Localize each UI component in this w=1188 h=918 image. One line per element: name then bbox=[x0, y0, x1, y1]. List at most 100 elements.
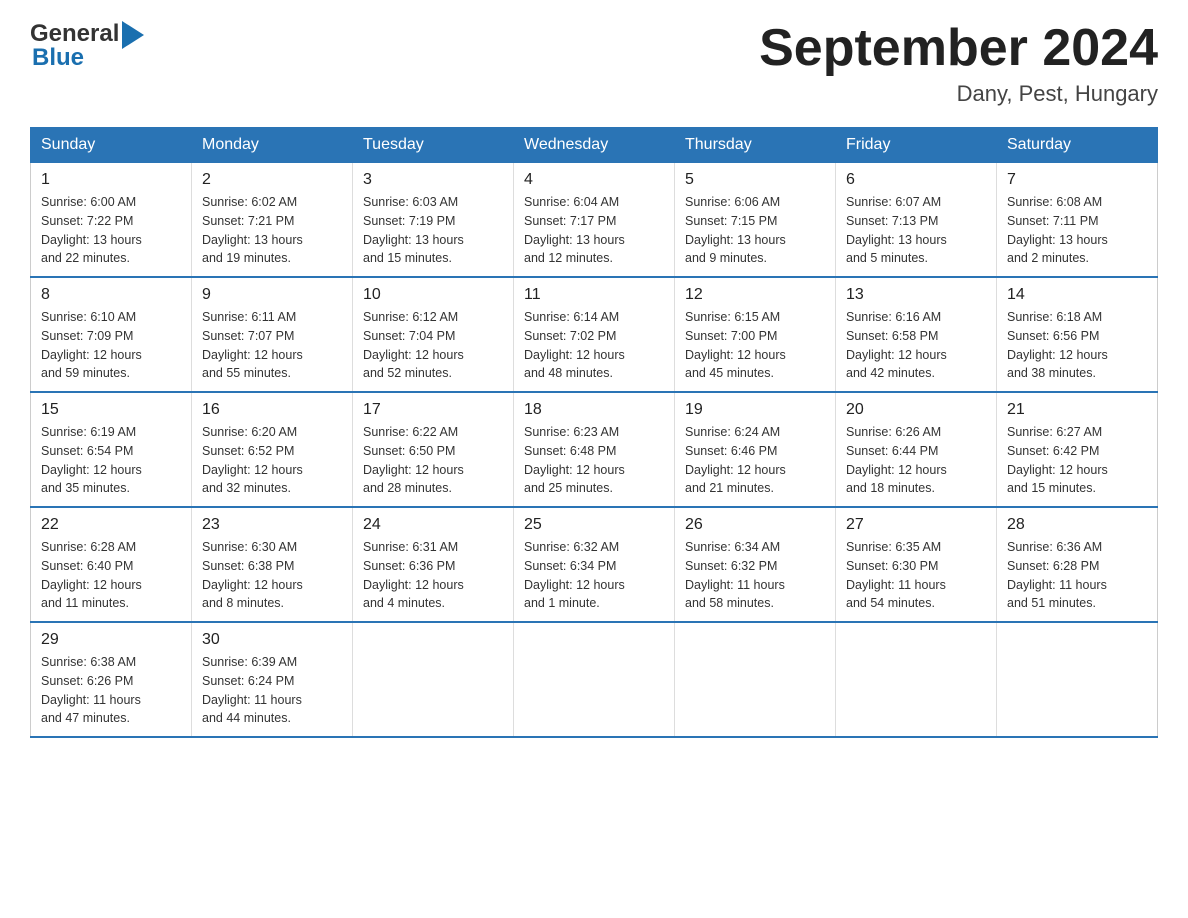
calendar-cell: 2 Sunrise: 6:02 AM Sunset: 7:21 PM Daylig… bbox=[192, 163, 353, 278]
calendar-week-row: 15Sunrise: 6:19 AM Sunset: 6:54 PM Dayli… bbox=[31, 392, 1158, 507]
day-number: 2 bbox=[202, 171, 342, 189]
day-number: 7 bbox=[1007, 171, 1147, 189]
calendar-week-row: 8Sunrise: 6:10 AM Sunset: 7:09 PM Daylig… bbox=[31, 277, 1158, 392]
calendar-cell: 10Sunrise: 6:12 AM Sunset: 7:04 PM Dayli… bbox=[353, 277, 514, 392]
day-number: 12 bbox=[685, 286, 825, 304]
calendar-cell: 16 Sunrise: 6:20 AM Sunset: 6:52 PM Dayli… bbox=[192, 392, 353, 507]
calendar-cell: 4 Sunrise: 6:04 AM Sunset: 7:17 PM Daylig… bbox=[514, 163, 675, 278]
day-info: Sunrise: 6:04 AM Sunset: 7:17 PM Dayligh… bbox=[524, 193, 664, 268]
calendar-cell bbox=[997, 622, 1158, 737]
day-number: 17 bbox=[363, 401, 503, 419]
calendar-cell: 24Sunrise: 6:31 AM Sunset: 6:36 PM Dayli… bbox=[353, 507, 514, 622]
calendar-cell: 8Sunrise: 6:10 AM Sunset: 7:09 PM Daylig… bbox=[31, 277, 192, 392]
calendar-cell: 3 Sunrise: 6:03 AM Sunset: 7:19 PM Daylig… bbox=[353, 163, 514, 278]
day-info: Sunrise: 6:20 AM Sunset: 6:52 PM Dayligh… bbox=[202, 423, 342, 498]
day-number: 24 bbox=[363, 516, 503, 534]
title-block: September 2024 Dany, Pest, Hungary bbox=[759, 20, 1158, 107]
day-number: 13 bbox=[846, 286, 986, 304]
day-info: Sunrise: 6:24 AM Sunset: 6:46 PM Dayligh… bbox=[685, 423, 825, 498]
day-info: Sunrise: 6:15 AM Sunset: 7:00 PM Dayligh… bbox=[685, 308, 825, 383]
calendar-cell: 11Sunrise: 6:14 AM Sunset: 7:02 PM Dayli… bbox=[514, 277, 675, 392]
day-number: 1 bbox=[41, 171, 181, 189]
day-number: 27 bbox=[846, 516, 986, 534]
calendar-cell: 23Sunrise: 6:30 AM Sunset: 6:38 PM Dayli… bbox=[192, 507, 353, 622]
day-info: Sunrise: 6:11 AM Sunset: 7:07 PM Dayligh… bbox=[202, 308, 342, 383]
day-info: Sunrise: 6:26 AM Sunset: 6:44 PM Dayligh… bbox=[846, 423, 986, 498]
day-info: Sunrise: 6:39 AM Sunset: 6:24 PM Dayligh… bbox=[202, 653, 342, 728]
col-header-tuesday: Tuesday bbox=[353, 128, 514, 163]
day-number: 26 bbox=[685, 516, 825, 534]
day-info: Sunrise: 6:12 AM Sunset: 7:04 PM Dayligh… bbox=[363, 308, 503, 383]
day-number: 19 bbox=[685, 401, 825, 419]
day-number: 9 bbox=[202, 286, 342, 304]
day-info: Sunrise: 6:38 AM Sunset: 6:26 PM Dayligh… bbox=[41, 653, 181, 728]
location: Dany, Pest, Hungary bbox=[759, 81, 1158, 107]
calendar-cell: 29Sunrise: 6:38 AM Sunset: 6:26 PM Dayli… bbox=[31, 622, 192, 737]
col-header-monday: Monday bbox=[192, 128, 353, 163]
day-info: Sunrise: 6:18 AM Sunset: 6:56 PM Dayligh… bbox=[1007, 308, 1147, 383]
logo: General Blue bbox=[30, 20, 144, 72]
day-number: 14 bbox=[1007, 286, 1147, 304]
calendar-cell: 22Sunrise: 6:28 AM Sunset: 6:40 PM Dayli… bbox=[31, 507, 192, 622]
calendar-cell: 13 Sunrise: 6:16 AM Sunset: 6:58 PM Dayli… bbox=[836, 277, 997, 392]
month-title: September 2024 bbox=[759, 20, 1158, 77]
day-info: Sunrise: 6:34 AM Sunset: 6:32 PM Dayligh… bbox=[685, 538, 825, 613]
day-number: 25 bbox=[524, 516, 664, 534]
calendar-cell: 18 Sunrise: 6:23 AM Sunset: 6:48 PM Dayli… bbox=[514, 392, 675, 507]
day-info: Sunrise: 6:06 AM Sunset: 7:15 PM Dayligh… bbox=[685, 193, 825, 268]
day-info: Sunrise: 6:27 AM Sunset: 6:42 PM Dayligh… bbox=[1007, 423, 1147, 498]
calendar-cell: 9 Sunrise: 6:11 AM Sunset: 7:07 PM Daylig… bbox=[192, 277, 353, 392]
calendar-cell: 20 Sunrise: 6:26 AM Sunset: 6:44 PM Dayli… bbox=[836, 392, 997, 507]
day-info: Sunrise: 6:03 AM Sunset: 7:19 PM Dayligh… bbox=[363, 193, 503, 268]
day-info: Sunrise: 6:22 AM Sunset: 6:50 PM Dayligh… bbox=[363, 423, 503, 498]
calendar-week-row: 1Sunrise: 6:00 AM Sunset: 7:22 PM Daylig… bbox=[31, 163, 1158, 278]
calendar-table: SundayMondayTuesdayWednesdayThursdayFrid… bbox=[30, 127, 1158, 738]
calendar-cell bbox=[353, 622, 514, 737]
calendar-cell bbox=[675, 622, 836, 737]
day-number: 6 bbox=[846, 171, 986, 189]
day-info: Sunrise: 6:08 AM Sunset: 7:11 PM Dayligh… bbox=[1007, 193, 1147, 268]
calendar-cell bbox=[836, 622, 997, 737]
calendar-week-row: 22Sunrise: 6:28 AM Sunset: 6:40 PM Dayli… bbox=[31, 507, 1158, 622]
calendar-cell: 19 Sunrise: 6:24 AM Sunset: 6:46 PM Dayli… bbox=[675, 392, 836, 507]
calendar-cell: 15Sunrise: 6:19 AM Sunset: 6:54 PM Dayli… bbox=[31, 392, 192, 507]
day-info: Sunrise: 6:32 AM Sunset: 6:34 PM Dayligh… bbox=[524, 538, 664, 613]
day-number: 3 bbox=[363, 171, 503, 189]
day-info: Sunrise: 6:30 AM Sunset: 6:38 PM Dayligh… bbox=[202, 538, 342, 613]
calendar-cell: 5 Sunrise: 6:06 AM Sunset: 7:15 PM Daylig… bbox=[675, 163, 836, 278]
col-header-friday: Friday bbox=[836, 128, 997, 163]
day-info: Sunrise: 6:07 AM Sunset: 7:13 PM Dayligh… bbox=[846, 193, 986, 268]
day-number: 18 bbox=[524, 401, 664, 419]
col-header-sunday: Sunday bbox=[31, 128, 192, 163]
day-number: 21 bbox=[1007, 401, 1147, 419]
day-info: Sunrise: 6:16 AM Sunset: 6:58 PM Dayligh… bbox=[846, 308, 986, 383]
calendar-cell: 28Sunrise: 6:36 AM Sunset: 6:28 PM Dayli… bbox=[997, 507, 1158, 622]
calendar-cell: 14 Sunrise: 6:18 AM Sunset: 6:56 PM Dayli… bbox=[997, 277, 1158, 392]
calendar-cell: 12 Sunrise: 6:15 AM Sunset: 7:00 PM Dayli… bbox=[675, 277, 836, 392]
day-number: 5 bbox=[685, 171, 825, 189]
day-info: Sunrise: 6:35 AM Sunset: 6:30 PM Dayligh… bbox=[846, 538, 986, 613]
day-info: Sunrise: 6:10 AM Sunset: 7:09 PM Dayligh… bbox=[41, 308, 181, 383]
page-header: General Blue September 2024 Dany, Pest, … bbox=[30, 20, 1158, 107]
logo-blue-text: Blue bbox=[32, 44, 84, 72]
calendar-cell: 7 Sunrise: 6:08 AM Sunset: 7:11 PM Daylig… bbox=[997, 163, 1158, 278]
calendar-cell: 25 Sunrise: 6:32 AM Sunset: 6:34 PM Dayli… bbox=[514, 507, 675, 622]
col-header-wednesday: Wednesday bbox=[514, 128, 675, 163]
calendar-cell: 26 Sunrise: 6:34 AM Sunset: 6:32 PM Dayli… bbox=[675, 507, 836, 622]
calendar-cell: 21 Sunrise: 6:27 AM Sunset: 6:42 PM Dayli… bbox=[997, 392, 1158, 507]
day-number: 16 bbox=[202, 401, 342, 419]
day-info: Sunrise: 6:02 AM Sunset: 7:21 PM Dayligh… bbox=[202, 193, 342, 268]
day-info: Sunrise: 6:14 AM Sunset: 7:02 PM Dayligh… bbox=[524, 308, 664, 383]
day-number: 20 bbox=[846, 401, 986, 419]
calendar-header-row: SundayMondayTuesdayWednesdayThursdayFrid… bbox=[31, 128, 1158, 163]
col-header-saturday: Saturday bbox=[997, 128, 1158, 163]
calendar-week-row: 29Sunrise: 6:38 AM Sunset: 6:26 PM Dayli… bbox=[31, 622, 1158, 737]
calendar-cell: 6 Sunrise: 6:07 AM Sunset: 7:13 PM Daylig… bbox=[836, 163, 997, 278]
day-info: Sunrise: 6:23 AM Sunset: 6:48 PM Dayligh… bbox=[524, 423, 664, 498]
day-number: 15 bbox=[41, 401, 181, 419]
day-number: 30 bbox=[202, 631, 342, 649]
day-number: 4 bbox=[524, 171, 664, 189]
calendar-cell: 1Sunrise: 6:00 AM Sunset: 7:22 PM Daylig… bbox=[31, 163, 192, 278]
day-number: 22 bbox=[41, 516, 181, 534]
day-info: Sunrise: 6:36 AM Sunset: 6:28 PM Dayligh… bbox=[1007, 538, 1147, 613]
